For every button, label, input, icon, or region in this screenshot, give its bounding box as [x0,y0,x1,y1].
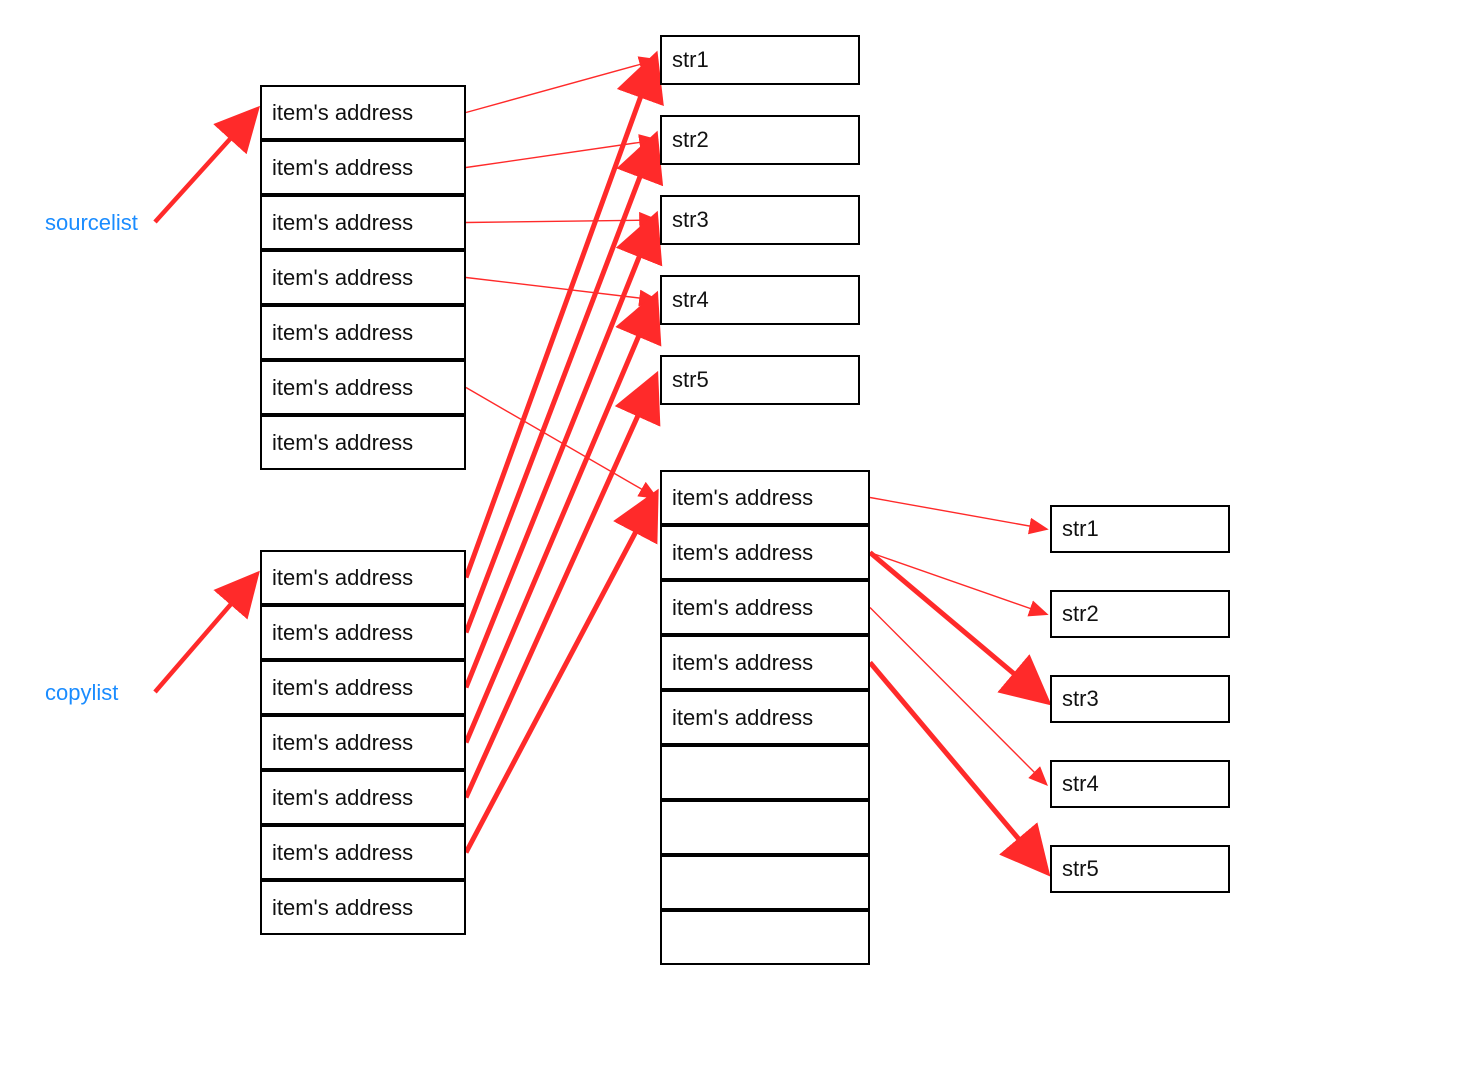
sourcelist-label: sourcelist [45,210,138,236]
source-list-cell: item's address [260,140,466,195]
str-right-cell: str5 [1050,845,1230,893]
copy-list-cell: item's address [260,605,466,660]
str-top-cell: str2 [660,115,860,165]
source-list-cell: item's address [260,305,466,360]
str-top-cell: str1 [660,35,860,85]
inner-list-cell: item's address [660,635,870,690]
str-right-cell: str2 [1050,590,1230,638]
source-list-cell: item's address [260,415,466,470]
inner-list-cell [660,855,870,910]
str-right-cell: str4 [1050,760,1230,808]
source-list-cell: item's address [260,85,466,140]
inner-list-cell: item's address [660,525,870,580]
str-top-cell: str3 [660,195,860,245]
diagram-stage: item's addressitem's addressitem's addre… [0,0,1477,1065]
copy-list-cell: item's address [260,660,466,715]
copy-list-cell: item's address [260,825,466,880]
inner-list-cell [660,910,870,965]
str-right-cell: str3 [1050,675,1230,723]
copy-list-cell: item's address [260,880,466,935]
inner-list-cell [660,745,870,800]
source-list-cell: item's address [260,195,466,250]
source-list-cell: item's address [260,360,466,415]
copylist-label: copylist [45,680,118,706]
copy-list-cell: item's address [260,715,466,770]
copy-list-cell: item's address [260,770,466,825]
str-top-cell: str4 [660,275,860,325]
source-list-cell: item's address [260,250,466,305]
inner-list-cell [660,800,870,855]
inner-list-cell: item's address [660,470,870,525]
copy-list-cell: item's address [260,550,466,605]
inner-list-cell: item's address [660,580,870,635]
inner-list-cell: item's address [660,690,870,745]
str-right-cell: str1 [1050,505,1230,553]
str-top-cell: str5 [660,355,860,405]
